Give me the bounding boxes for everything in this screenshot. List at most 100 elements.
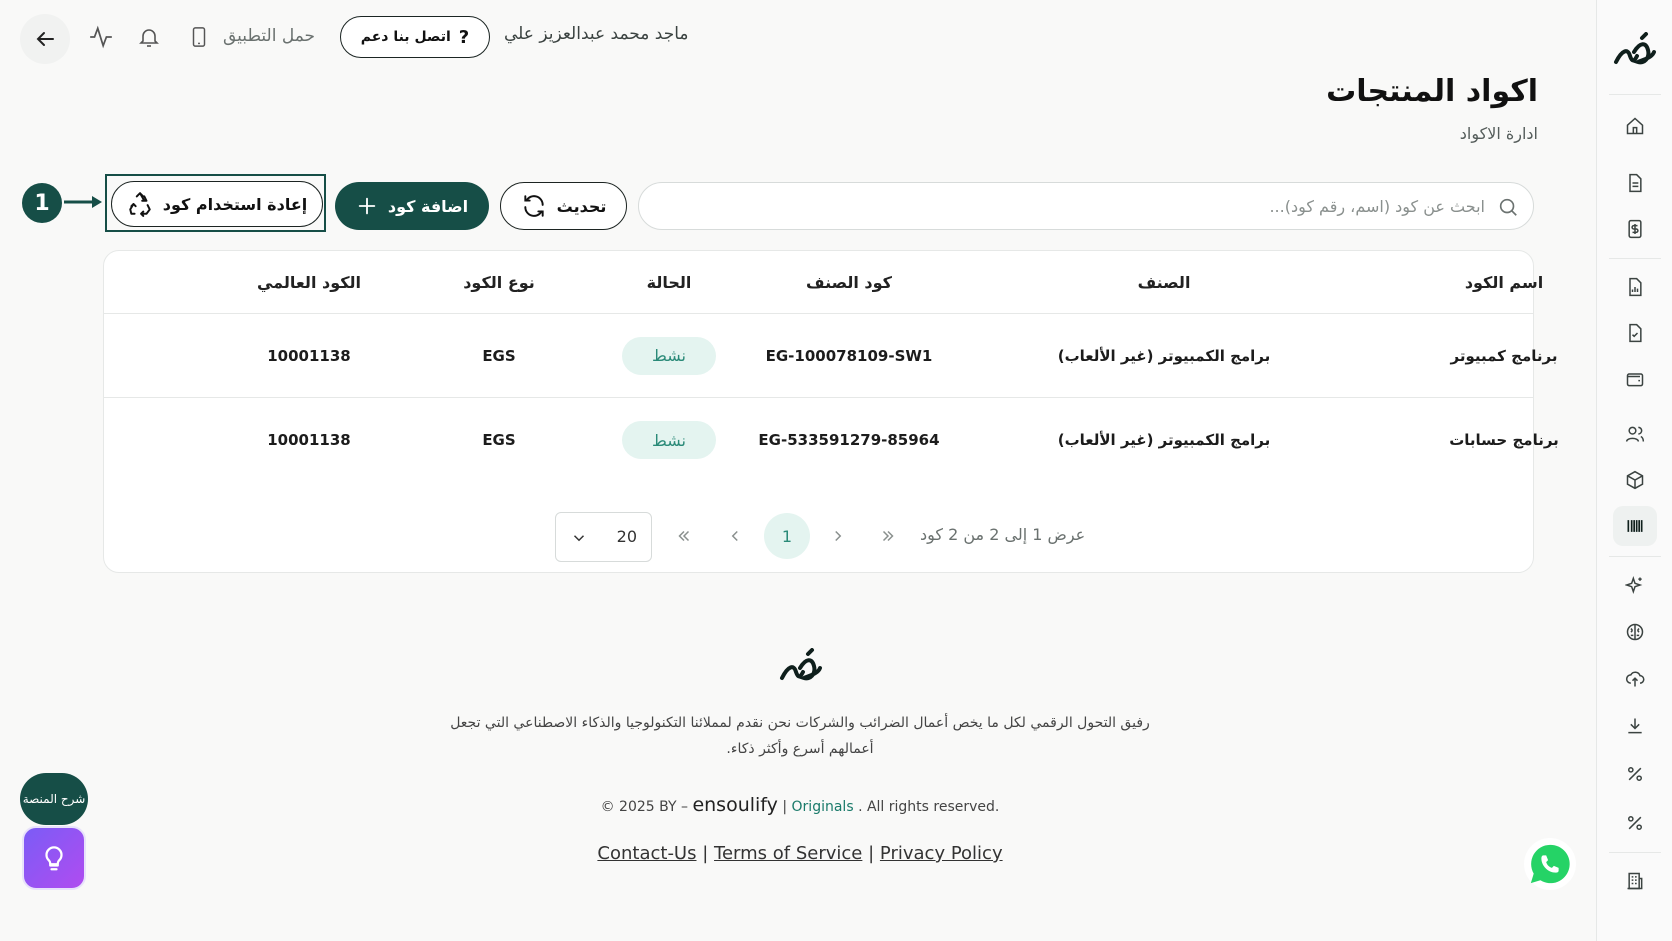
platform-guide-button[interactable]: شرح المنصة: [20, 773, 88, 825]
cell-name: برنامج حسابات: [1449, 431, 1559, 449]
chevron-left-icon: [726, 527, 744, 545]
chevron-right-icon: [829, 527, 847, 545]
document-icon: [1625, 173, 1645, 193]
ideas-button[interactable]: [22, 826, 86, 890]
cell-type: EGS: [482, 346, 516, 365]
table-header: اسم الكود الصنف كود الصنف الحالة نوع الك…: [104, 251, 1543, 314]
download-app-label[interactable]: حمل التطبيق: [223, 26, 315, 46]
sidebar-item-download[interactable]: [1613, 706, 1657, 746]
footer-links: Contact-Us | Terms of Service | Privacy …: [597, 843, 1003, 864]
arrow-left-icon: [33, 27, 57, 51]
pagination-summary: عرض 1 إلى 2 من 2 كود: [920, 525, 1086, 544]
cell-global-code: 10001138: [267, 346, 351, 365]
step-marker: 1: [22, 183, 62, 223]
header-type[interactable]: نوع الكود: [414, 251, 584, 313]
privacy-link[interactable]: Privacy Policy: [880, 843, 1003, 864]
next-page-button[interactable]: [815, 513, 861, 559]
cloud-upload-icon: [1625, 669, 1645, 689]
sidebar-item-brain[interactable]: [1613, 612, 1657, 652]
refresh-button[interactable]: تحديث: [500, 182, 627, 230]
prev-page-button[interactable]: [712, 513, 758, 559]
barcode-icon: [1625, 516, 1645, 536]
cell-category: (برامج الكمبيوتر (غير الألعاب: [1057, 346, 1271, 365]
copyright: © 2025 BY – ensoulify | Originals . All …: [600, 794, 1000, 816]
chevrons-left-icon: [675, 527, 693, 545]
page-size-select[interactable]: 20: [555, 512, 652, 562]
sidebar-item-upload[interactable]: [1613, 659, 1657, 699]
sidebar-item-documents[interactable]: [1613, 163, 1657, 203]
whatsapp-icon: [1527, 841, 1573, 887]
download-icon: [1625, 716, 1645, 736]
header-name[interactable]: اسم الكود: [1354, 251, 1654, 313]
lightbulb-icon: [39, 841, 69, 875]
plus-icon: [356, 195, 378, 217]
sidebar-divider: [1609, 94, 1661, 95]
back-button[interactable]: [20, 14, 70, 64]
add-code-button[interactable]: اضافة كود: [335, 182, 489, 230]
cell-status: نشط: [554, 398, 784, 482]
footer-description: رفيق التحول الرقمي لكل ما يخص أعمال الضر…: [450, 715, 1150, 757]
first-page-button[interactable]: [661, 513, 707, 559]
sidebar-item-ai[interactable]: [1613, 565, 1657, 605]
whatsapp-button[interactable]: [1524, 838, 1576, 890]
originals-link[interactable]: Originals: [792, 799, 854, 815]
sidebar-divider: [1609, 852, 1661, 853]
contact-support-button[interactable]: اتصل بنا دعم ?: [340, 16, 490, 58]
chevron-down-icon: [570, 529, 588, 547]
phone-icon: [188, 24, 210, 50]
add-code-label: اضافة كود: [387, 196, 469, 216]
status-badge: نشط: [622, 421, 716, 459]
logo[interactable]: [1609, 26, 1661, 78]
activity-icon: [88, 24, 114, 50]
question-icon: ?: [458, 26, 470, 48]
cell-type: EGS: [482, 431, 516, 449]
terms-link[interactable]: Terms of Service: [714, 843, 862, 864]
page-title: اكواد المنتجات: [1326, 74, 1538, 109]
brain-icon: [1625, 622, 1645, 642]
sidebar-divider: [1609, 556, 1661, 557]
table-row[interactable]: برنامج حسابات (برامج الكمبيوتر (غير الأل…: [104, 398, 1559, 482]
percent-icon: [1625, 764, 1645, 784]
copyright-prefix: © 2025 BY –: [600, 799, 688, 815]
download-app-button[interactable]: [184, 22, 214, 52]
cell-category: (برامج الكمبيوتر (غير الألعاب: [1057, 431, 1271, 449]
building-icon: [1625, 871, 1645, 891]
search-input[interactable]: [667, 183, 1487, 229]
header-category[interactable]: الصنف: [964, 251, 1364, 313]
header-global-code[interactable]: الكود العالمي: [204, 251, 414, 313]
search-icon: [1497, 196, 1519, 218]
contact-label: اتصل بنا دعم: [360, 29, 451, 45]
page-1-button[interactable]: 1: [764, 513, 810, 559]
sidebar-item-tax-2[interactable]: [1613, 803, 1657, 843]
step-arrow-icon: [64, 196, 102, 208]
search-box[interactable]: [638, 182, 1534, 230]
brand-name[interactable]: ensoulify: [692, 794, 777, 816]
refresh-label: تحديث: [556, 196, 607, 216]
chevrons-right-icon: [879, 527, 897, 545]
notifications-button[interactable]: [134, 22, 164, 52]
table-row[interactable]: برنامج كمبيوتر (برامج الكمبيوتر (غير الأ…: [104, 314, 1557, 398]
contact-us-link[interactable]: Contact-Us: [597, 843, 696, 864]
reuse-code-button[interactable]: إعادة استخدام كود: [111, 181, 323, 227]
cell-global-code: 10001138: [267, 431, 351, 449]
last-page-button[interactable]: [865, 513, 911, 559]
page-subtitle: ادارة الاكواد: [1459, 124, 1538, 143]
sparkle-icon: [1625, 575, 1645, 595]
activity-button[interactable]: [86, 22, 116, 52]
recycle-icon: [127, 191, 153, 217]
home-icon: [1625, 116, 1645, 136]
cell-status: نشط: [554, 314, 784, 397]
invoice-icon: [1625, 219, 1645, 239]
sidebar-item-home[interactable]: [1613, 106, 1657, 146]
bell-icon: [137, 25, 161, 49]
user-name[interactable]: ماجد محمد عبدالعزيز علي: [504, 24, 689, 44]
rights-text: . All rights reserved.: [858, 799, 1000, 815]
sidebar-item-company[interactable]: [1613, 861, 1657, 901]
reuse-code-label: إعادة استخدام كود: [162, 194, 308, 214]
sidebar-item-codes[interactable]: [1613, 506, 1657, 546]
sidebar-item-tax-1[interactable]: [1613, 754, 1657, 794]
header-status[interactable]: الحالة: [554, 251, 784, 313]
status-badge: نشط: [622, 336, 716, 375]
sidebar-item-invoices[interactable]: [1613, 209, 1657, 249]
percent-icon: [1625, 813, 1645, 833]
